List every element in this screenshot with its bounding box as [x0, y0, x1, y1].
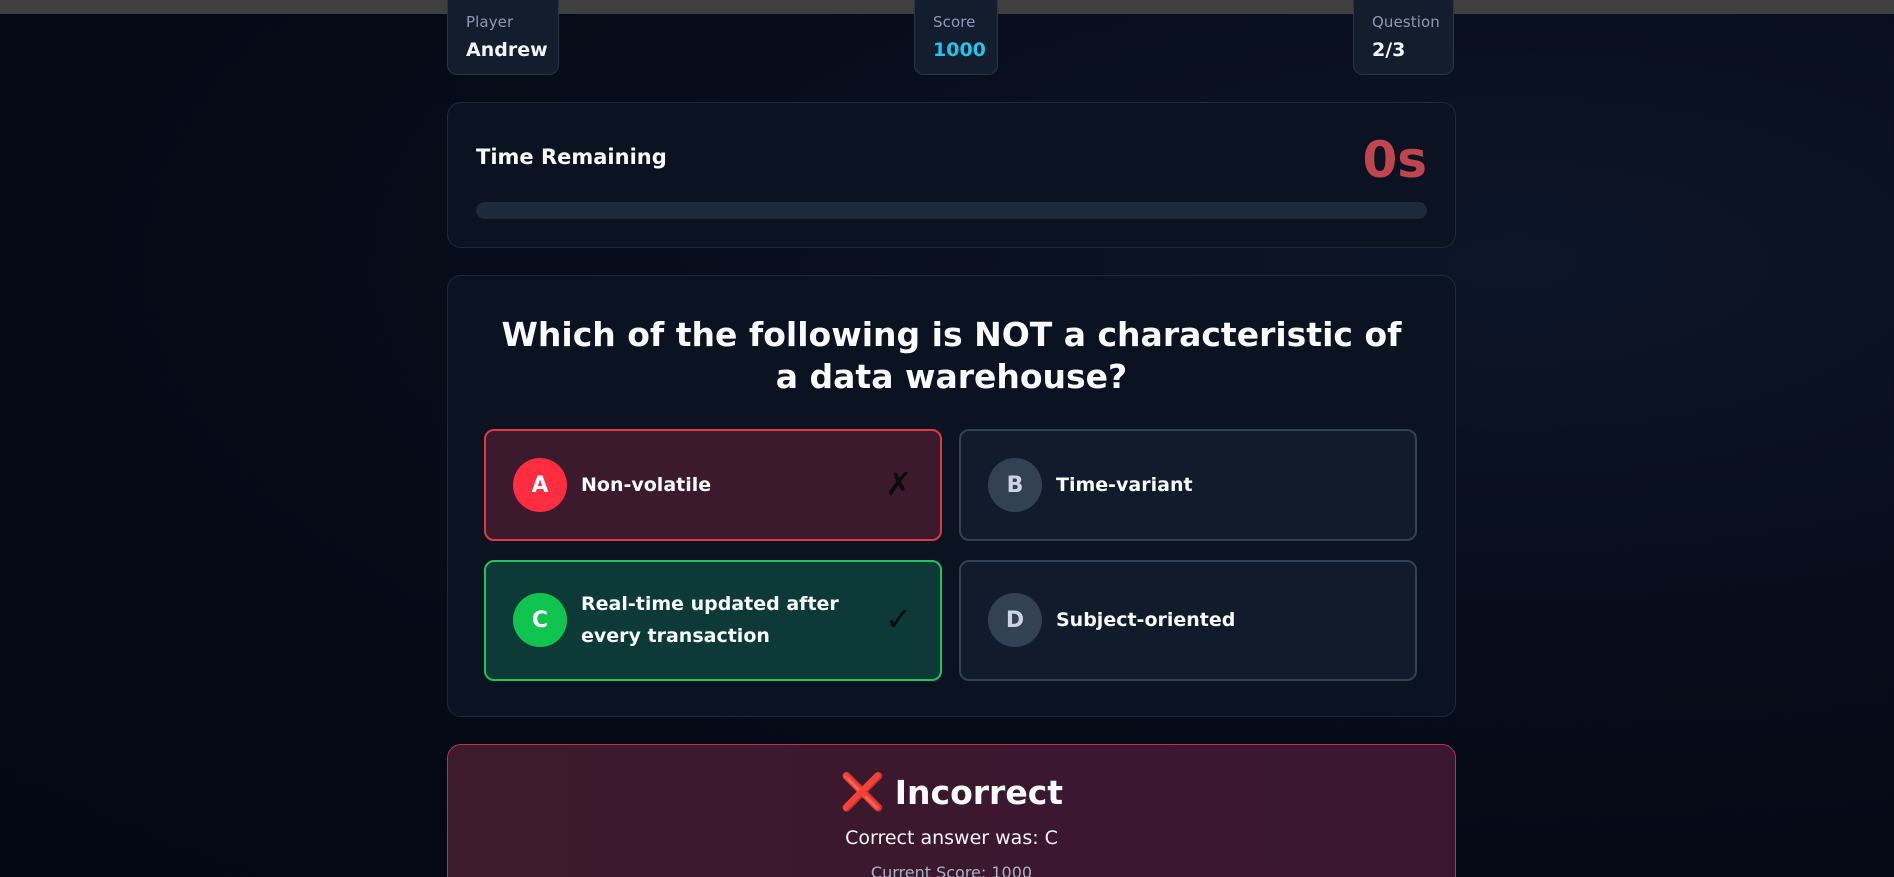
timer-card: Time Remaining 0s	[447, 102, 1456, 248]
timer-progress-bar	[476, 202, 1427, 219]
score-label: Score	[933, 13, 976, 31]
option-a[interactable]: A Non-volatile ✗	[484, 429, 942, 541]
option-c[interactable]: C Real-time updated after every transact…	[484, 560, 942, 681]
result-title: ❌ Incorrect	[448, 771, 1455, 813]
score-stat: Score 1000	[914, 0, 998, 75]
question-counter-label: Question	[1372, 13, 1440, 31]
option-b-text: Time-variant	[1056, 474, 1193, 496]
option-d[interactable]: D Subject-oriented	[959, 560, 1417, 681]
result-title-text: Incorrect	[894, 773, 1064, 812]
question-text: Which of the following is NOT a characte…	[501, 315, 1402, 396]
question-counter-value: 2/3	[1372, 39, 1406, 61]
option-c-letter: C	[513, 593, 567, 647]
option-b-letter: B	[988, 458, 1042, 512]
timer-title: Time Remaining	[476, 145, 667, 169]
current-score-text: Current Score: 1000	[870, 863, 1033, 877]
option-b[interactable]: B Time-variant	[959, 429, 1417, 541]
incorrect-mark-icon: ✗	[885, 465, 912, 503]
question-counter-stat: Question 2/3	[1353, 0, 1454, 75]
option-d-letter: D	[988, 593, 1042, 647]
timer-value: 0s	[1362, 131, 1427, 189]
player-name: Andrew	[466, 39, 548, 61]
correct-mark-icon: ✓	[885, 600, 912, 638]
score-value: 1000	[933, 39, 986, 61]
cross-mark-icon: ❌	[839, 772, 885, 813]
player-stat: Player Andrew	[447, 0, 559, 75]
player-label: Player	[466, 13, 514, 31]
correct-answer-text: Correct answer was: C	[845, 827, 1058, 849]
option-c-text: Real-time updated after every transactio…	[581, 593, 839, 647]
option-a-letter: A	[513, 458, 567, 512]
question-card: Which of the following is NOT a characte…	[447, 275, 1456, 717]
option-a-text: Non-volatile	[581, 474, 712, 496]
result-panel: ❌ Incorrect Correct answer was: C Current…	[447, 744, 1456, 877]
option-d-text: Subject-oriented	[1056, 609, 1236, 631]
